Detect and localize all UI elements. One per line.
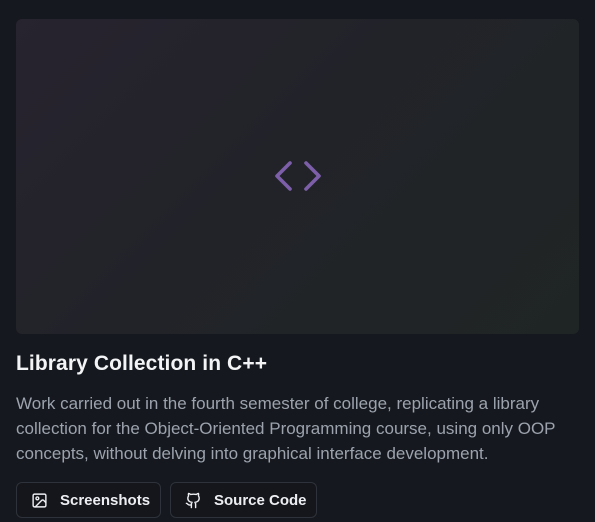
project-card: Library Collection in C++ Work carried o…	[0, 0, 595, 522]
project-title: Library Collection in C++	[16, 352, 268, 375]
code-icon	[273, 160, 323, 193]
source-code-button[interactable]: Source Code	[170, 482, 317, 518]
project-description: Work carried out in the fourth semester …	[16, 394, 556, 463]
image-icon	[31, 492, 48, 509]
source-code-label: Source Code	[214, 491, 307, 509]
screenshots-button[interactable]: Screenshots	[16, 482, 161, 518]
project-preview	[16, 19, 579, 334]
screenshots-label: Screenshots	[60, 491, 151, 509]
github-icon	[185, 492, 202, 509]
